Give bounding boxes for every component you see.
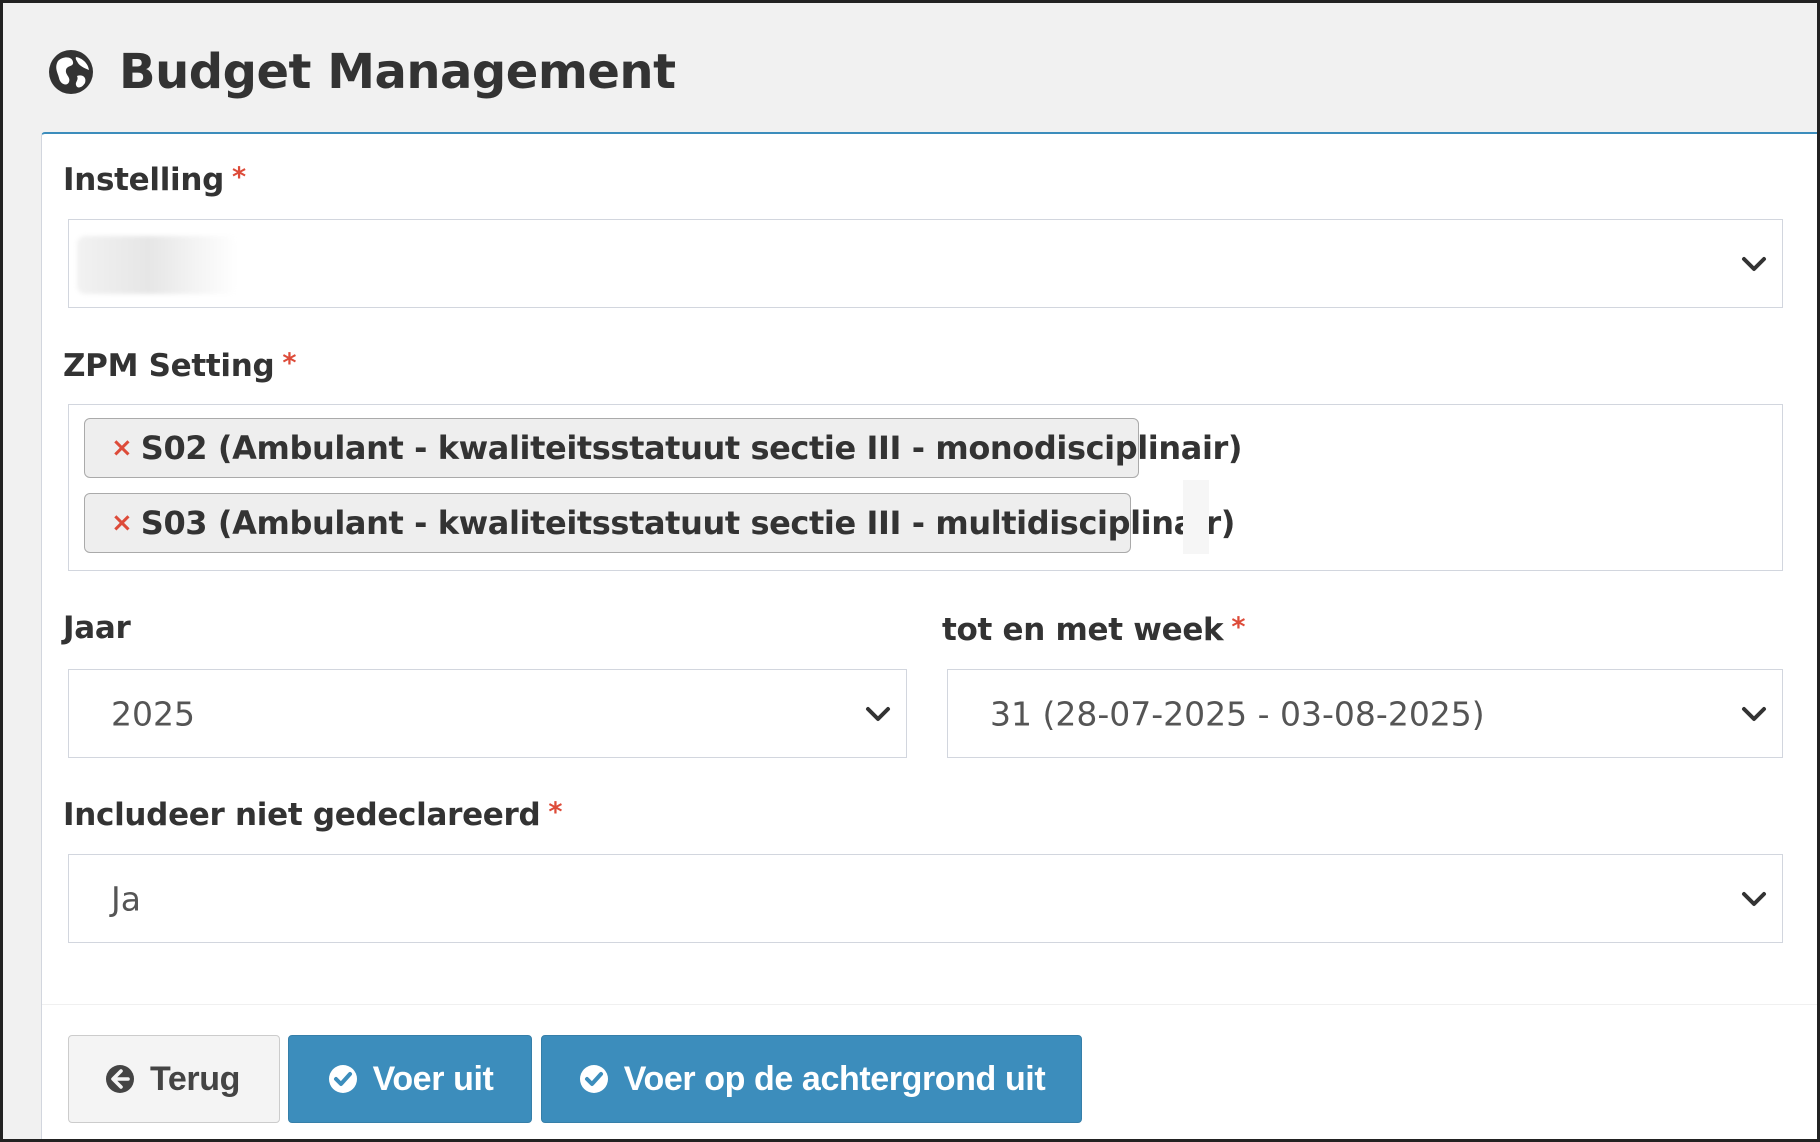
back-button-label: Terug [150,1059,240,1098]
execute-in-background-button[interactable]: Voer op de achtergrond uit [541,1035,1082,1123]
zpm-setting-tag-s02[interactable]: × S02 (Ambulant - kwaliteitsstatuut sect… [84,418,1243,478]
required-marker: * [1231,612,1246,643]
zpm-setting-tag-s03[interactable]: × S03 (Ambulant - kwaliteitsstatuut sect… [84,493,1235,553]
zpm-setting-label: ZPM Setting * [63,344,297,386]
remove-tag-icon[interactable]: × [111,510,133,536]
includeer-niet-gedeclareerd-label: Includeer niet gedeclareerd * [63,793,563,835]
tag-label: S02 (Ambulant - kwaliteitsstatuut sectie… [140,429,1243,467]
check-circle-icon [579,1065,608,1093]
check-circle-icon [328,1065,357,1093]
execute-button-label: Voer uit [372,1059,494,1098]
instelling-label: Instelling * [63,158,246,200]
tot-en-met-week-select[interactable]: 31 (28-07-2025 - 03-08-2025) [947,669,1783,758]
content-header: Budget Management [3,3,1817,131]
tag-label: S03 (Ambulant - kwaliteitsstatuut sectie… [140,504,1236,542]
tot-en-met-week-label: tot en met week * [942,608,1245,650]
budget-form-panel: Instelling * ZPM Setting * × S02 (Ambulant… [41,132,1817,1139]
chevron-down-icon [866,706,890,721]
back-button[interactable]: Terug [68,1035,280,1123]
required-marker: * [548,797,563,828]
includeer-selected-value: Ja [111,879,141,918]
chevron-down-icon [1742,891,1766,906]
execute-button[interactable]: Voer uit [288,1035,532,1123]
tot-en-met-week-label-text: tot en met week [942,612,1224,648]
arrow-circle-left-icon [106,1065,135,1093]
week-selected-value: 31 (28-07-2025 - 03-08-2025) [990,694,1485,733]
panel-footer-divider [42,1004,1817,1005]
jaar-select[interactable]: 2025 [68,669,907,758]
execute-in-background-button-label: Voer op de achtergrond uit [623,1059,1046,1098]
includeer-niet-gedeclareerd-label-text: Includeer niet gedeclareerd [63,797,541,833]
remove-tag-icon[interactable]: × [111,435,133,461]
jaar-label-text: Jaar [63,610,131,646]
instelling-selected-value [77,236,237,294]
required-marker: * [282,348,297,379]
jaar-selected-value: 2025 [111,694,195,733]
jaar-label: Jaar [63,608,131,648]
includeer-niet-gedeclareerd-select[interactable]: Ja [68,854,1783,943]
zpm-setting-multiselect[interactable]: × S02 (Ambulant - kwaliteitsstatuut sect… [68,404,1783,571]
instelling-select[interactable] [68,219,1783,308]
required-marker: * [232,162,246,193]
globe-icon [49,50,93,94]
zpm-setting-label-text: ZPM Setting [63,348,275,384]
application-window: Budget Management Instelling * ZPM Settin… [0,0,1820,1142]
chevron-down-icon [1742,256,1766,271]
instelling-label-text: Instelling [63,162,225,198]
page-title: Budget Management [119,44,676,100]
chevron-down-icon [1742,706,1766,721]
multiselect-search-field[interactable] [1183,480,1209,554]
